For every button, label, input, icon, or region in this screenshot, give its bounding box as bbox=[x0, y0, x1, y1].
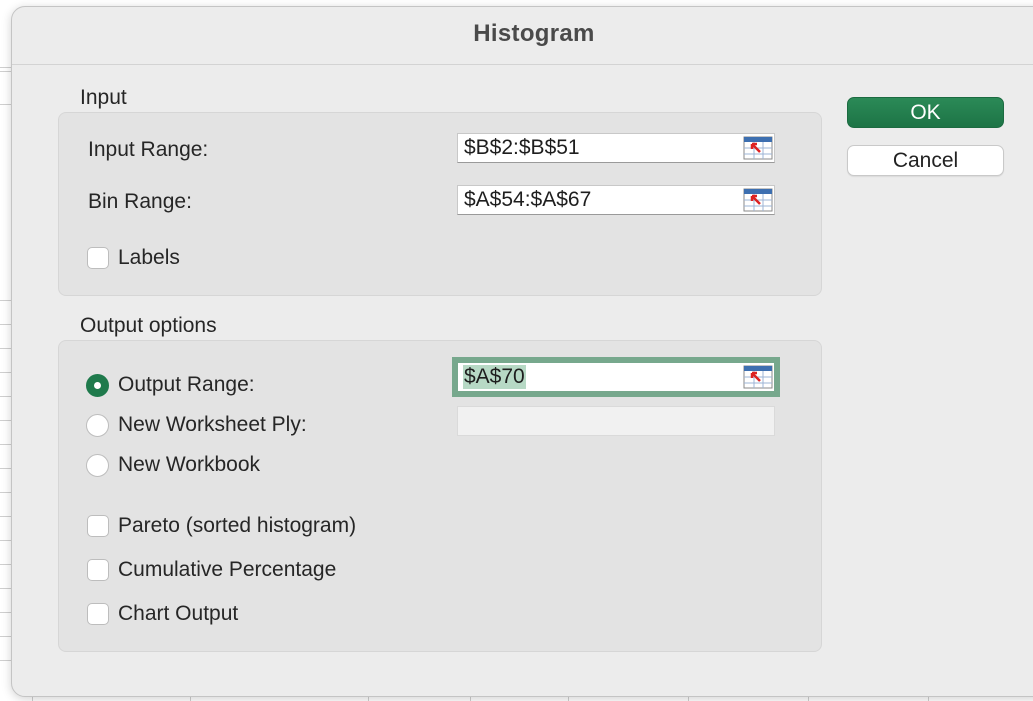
new-workbook-radio[interactable] bbox=[86, 454, 109, 477]
cancel-button[interactable]: Cancel bbox=[847, 145, 1004, 176]
collapse-dialog-icon[interactable] bbox=[743, 136, 773, 160]
output-range-field[interactable]: $A$70 bbox=[457, 362, 775, 392]
output-range-radio[interactable] bbox=[86, 374, 109, 397]
pareto-checkbox[interactable] bbox=[87, 515, 109, 537]
input-range-field[interactable]: $B$2:$B$51 bbox=[457, 133, 775, 163]
output-range-label[interactable]: Output Range: bbox=[118, 373, 255, 397]
histogram-dialog: Histogram Input Input Range: $B$2:$B$51 … bbox=[11, 6, 1033, 697]
labels-checkbox[interactable] bbox=[87, 247, 109, 269]
dialog-title: Histogram bbox=[473, 20, 595, 47]
bin-range-value: $A$54:$A$67 bbox=[464, 188, 592, 211]
input-group-label: Input bbox=[80, 86, 127, 109]
new-worksheet-ply-radio[interactable] bbox=[86, 414, 109, 437]
chart-output-checkbox[interactable] bbox=[87, 603, 109, 625]
output-group-label: Output options bbox=[80, 314, 217, 337]
input-range-label: Input Range: bbox=[88, 138, 209, 161]
cumulative-percentage-checkbox[interactable] bbox=[87, 559, 109, 581]
input-range-value: $B$2:$B$51 bbox=[464, 136, 580, 159]
dialog-titlebar: Histogram bbox=[12, 7, 1033, 65]
chart-output-label[interactable]: Chart Output bbox=[118, 602, 238, 626]
collapse-dialog-icon[interactable] bbox=[743, 188, 773, 212]
new-workbook-label[interactable]: New Workbook bbox=[118, 453, 260, 477]
new-worksheet-ply-field[interactable] bbox=[457, 406, 775, 436]
ok-button[interactable]: OK bbox=[847, 97, 1004, 128]
cumulative-percentage-label[interactable]: Cumulative Percentage bbox=[118, 558, 336, 582]
new-worksheet-ply-label[interactable]: New Worksheet Ply: bbox=[118, 413, 307, 437]
bin-range-field[interactable]: $A$54:$A$67 bbox=[457, 185, 775, 215]
labels-checkbox-label[interactable]: Labels bbox=[118, 246, 180, 270]
output-range-value: $A$70 bbox=[463, 365, 526, 389]
collapse-dialog-icon[interactable] bbox=[743, 365, 773, 389]
pareto-label[interactable]: Pareto (sorted histogram) bbox=[118, 514, 356, 538]
bin-range-label: Bin Range: bbox=[88, 190, 192, 213]
